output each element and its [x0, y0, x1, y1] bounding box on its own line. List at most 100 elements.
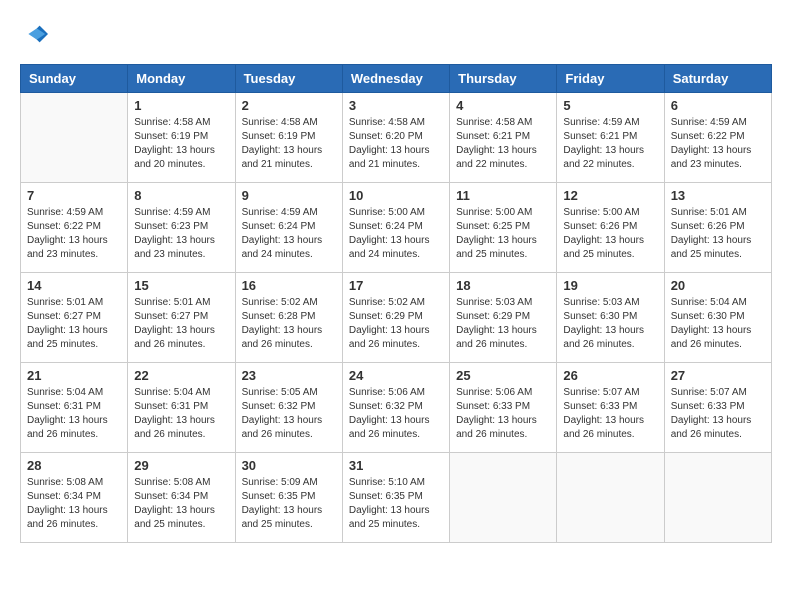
- day-info: Sunrise: 4:58 AMSunset: 6:20 PMDaylight:…: [349, 116, 443, 172]
- day-info: Sunrise: 5:03 AMSunset: 6:29 PMDaylight:…: [456, 296, 550, 352]
- calendar-week-row: 21 Sunrise: 5:04 AMSunset: 6:31 PMDayligh…: [21, 363, 772, 453]
- calendar-cell: 3 Sunrise: 4:58 AMSunset: 6:20 PMDaylight…: [342, 93, 449, 183]
- day-info: Sunrise: 4:59 AMSunset: 6:23 PMDaylight:…: [134, 206, 228, 262]
- calendar-cell: 21Sunrise: 5:04 AMSunset: 6:31 PMDayligh…: [21, 363, 128, 453]
- day-number: 31: [349, 458, 443, 473]
- calendar-header-row: SundayMondayTuesdayWednesdayThursdayFrid…: [21, 65, 772, 93]
- calendar-cell: 23 Sunrise: 5:05 AMSunset: 6:32 PMDayligh…: [235, 363, 342, 453]
- day-info: Sunrise: 5:06 AMSunset: 6:33 PMDaylight:…: [456, 386, 550, 442]
- day-info: Sunrise: 5:04 AMSunset: 6:31 PMDaylight:…: [134, 386, 228, 442]
- weekday-header-thursday: Thursday: [450, 65, 557, 93]
- day-number: 27: [671, 368, 765, 383]
- day-number: 3: [349, 98, 443, 113]
- day-info: Sunrise: 5:08 AMSunset: 6:34 PMDaylight:…: [134, 476, 228, 532]
- day-number: 20: [671, 278, 765, 293]
- day-info: Sunrise: 4:58 AMSunset: 6:21 PMDaylight:…: [456, 116, 550, 172]
- day-number: 26: [563, 368, 657, 383]
- weekday-header-friday: Friday: [557, 65, 664, 93]
- calendar-cell: 19 Sunrise: 5:03 AMSunset: 6:30 PMDayligh…: [557, 273, 664, 363]
- calendar-cell: 8Sunrise: 4:59 AMSunset: 6:23 PMDaylight…: [128, 183, 235, 273]
- weekday-header-wednesday: Wednesday: [342, 65, 449, 93]
- calendar-cell: 22Sunrise: 5:04 AMSunset: 6:31 PMDayligh…: [128, 363, 235, 453]
- weekday-header-monday: Monday: [128, 65, 235, 93]
- calendar-cell: 4 Sunrise: 4:58 AMSunset: 6:21 PMDaylight…: [450, 93, 557, 183]
- day-number: 14: [27, 278, 121, 293]
- day-info: Sunrise: 4:59 AMSunset: 6:21 PMDaylight:…: [563, 116, 657, 172]
- day-number: 10: [349, 188, 443, 203]
- day-info: Sunrise: 4:58 AMSunset: 6:19 PMDaylight:…: [134, 116, 228, 172]
- day-info: Sunrise: 5:10 AMSunset: 6:35 PMDaylight:…: [349, 476, 443, 532]
- weekday-header-saturday: Saturday: [664, 65, 771, 93]
- day-number: 1: [134, 98, 228, 113]
- calendar-cell: [664, 453, 771, 543]
- calendar-cell: 20Sunrise: 5:04 AMSunset: 6:30 PMDayligh…: [664, 273, 771, 363]
- day-info: Sunrise: 5:09 AMSunset: 6:35 PMDaylight:…: [242, 476, 336, 532]
- day-number: 4: [456, 98, 550, 113]
- calendar-cell: 27 Sunrise: 5:07 AMSunset: 6:33 PMDayligh…: [664, 363, 771, 453]
- calendar-cell: 24 Sunrise: 5:06 AMSunset: 6:32 PMDayligh…: [342, 363, 449, 453]
- day-info: Sunrise: 4:59 AMSunset: 6:24 PMDaylight:…: [242, 206, 336, 262]
- calendar-cell: 25 Sunrise: 5:06 AMSunset: 6:33 PMDayligh…: [450, 363, 557, 453]
- day-info: Sunrise: 4:58 AMSunset: 6:19 PMDaylight:…: [242, 116, 336, 172]
- day-info: Sunrise: 5:08 AMSunset: 6:34 PMDaylight:…: [27, 476, 121, 532]
- day-info: Sunrise: 5:00 AMSunset: 6:24 PMDaylight:…: [349, 206, 443, 262]
- calendar-cell: 5 Sunrise: 4:59 AMSunset: 6:21 PMDaylight…: [557, 93, 664, 183]
- day-number: 21: [27, 368, 121, 383]
- calendar-cell: 6Sunrise: 4:59 AMSunset: 6:22 PMDaylight…: [664, 93, 771, 183]
- calendar-cell: 18 Sunrise: 5:03 AMSunset: 6:29 PMDayligh…: [450, 273, 557, 363]
- weekday-header-tuesday: Tuesday: [235, 65, 342, 93]
- day-number: 28: [27, 458, 121, 473]
- day-number: 5: [563, 98, 657, 113]
- day-number: 30: [242, 458, 336, 473]
- day-number: 17: [349, 278, 443, 293]
- day-info: Sunrise: 5:05 AMSunset: 6:32 PMDaylight:…: [242, 386, 336, 442]
- calendar-week-row: 7 Sunrise: 4:59 AMSunset: 6:22 PMDaylight…: [21, 183, 772, 273]
- weekday-header-sunday: Sunday: [21, 65, 128, 93]
- logo-icon: [20, 20, 48, 48]
- day-number: 25: [456, 368, 550, 383]
- calendar-cell: 17 Sunrise: 5:02 AMSunset: 6:29 PMDayligh…: [342, 273, 449, 363]
- day-info: Sunrise: 5:07 AMSunset: 6:33 PMDaylight:…: [671, 386, 765, 442]
- day-number: 6: [671, 98, 765, 113]
- calendar-cell: 13Sunrise: 5:01 AMSunset: 6:26 PMDayligh…: [664, 183, 771, 273]
- calendar-cell: [21, 93, 128, 183]
- day-number: 11: [456, 188, 550, 203]
- calendar-cell: 1 Sunrise: 4:58 AMSunset: 6:19 PMDaylight…: [128, 93, 235, 183]
- calendar-cell: 11Sunrise: 5:00 AMSunset: 6:25 PMDayligh…: [450, 183, 557, 273]
- calendar-cell: 10 Sunrise: 5:00 AMSunset: 6:24 PMDayligh…: [342, 183, 449, 273]
- calendar-cell: [557, 453, 664, 543]
- calendar-cell: 2 Sunrise: 4:58 AMSunset: 6:19 PMDaylight…: [235, 93, 342, 183]
- day-info: Sunrise: 4:59 AMSunset: 6:22 PMDaylight:…: [27, 206, 121, 262]
- day-number: 18: [456, 278, 550, 293]
- day-number: 7: [27, 188, 121, 203]
- calendar-week-row: 14 Sunrise: 5:01 AMSunset: 6:27 PMDayligh…: [21, 273, 772, 363]
- calendar-week-row: 28 Sunrise: 5:08 AMSunset: 6:34 PMDayligh…: [21, 453, 772, 543]
- day-number: 2: [242, 98, 336, 113]
- day-info: Sunrise: 5:01 AMSunset: 6:26 PMDaylight:…: [671, 206, 765, 262]
- day-info: Sunrise: 5:03 AMSunset: 6:30 PMDaylight:…: [563, 296, 657, 352]
- page-header: [20, 20, 772, 48]
- calendar-cell: 26Sunrise: 5:07 AMSunset: 6:33 PMDayligh…: [557, 363, 664, 453]
- day-number: 19: [563, 278, 657, 293]
- day-number: 12: [563, 188, 657, 203]
- calendar-cell: 14 Sunrise: 5:01 AMSunset: 6:27 PMDayligh…: [21, 273, 128, 363]
- calendar-cell: 15 Sunrise: 5:01 AMSunset: 6:27 PMDayligh…: [128, 273, 235, 363]
- calendar-cell: [450, 453, 557, 543]
- day-info: Sunrise: 5:02 AMSunset: 6:29 PMDaylight:…: [349, 296, 443, 352]
- day-number: 16: [242, 278, 336, 293]
- day-info: Sunrise: 5:06 AMSunset: 6:32 PMDaylight:…: [349, 386, 443, 442]
- day-info: Sunrise: 5:01 AMSunset: 6:27 PMDaylight:…: [27, 296, 121, 352]
- day-info: Sunrise: 5:02 AMSunset: 6:28 PMDaylight:…: [242, 296, 336, 352]
- calendar-cell: 29Sunrise: 5:08 AMSunset: 6:34 PMDayligh…: [128, 453, 235, 543]
- day-info: Sunrise: 5:00 AMSunset: 6:26 PMDaylight:…: [563, 206, 657, 262]
- calendar-cell: 9 Sunrise: 4:59 AMSunset: 6:24 PMDaylight…: [235, 183, 342, 273]
- calendar-cell: 30 Sunrise: 5:09 AMSunset: 6:35 PMDayligh…: [235, 453, 342, 543]
- day-number: 15: [134, 278, 228, 293]
- calendar-cell: 12 Sunrise: 5:00 AMSunset: 6:26 PMDayligh…: [557, 183, 664, 273]
- day-number: 9: [242, 188, 336, 203]
- calendar-cell: 28 Sunrise: 5:08 AMSunset: 6:34 PMDayligh…: [21, 453, 128, 543]
- calendar-cell: 7 Sunrise: 4:59 AMSunset: 6:22 PMDaylight…: [21, 183, 128, 273]
- day-number: 23: [242, 368, 336, 383]
- day-number: 24: [349, 368, 443, 383]
- day-info: Sunrise: 5:01 AMSunset: 6:27 PMDaylight:…: [134, 296, 228, 352]
